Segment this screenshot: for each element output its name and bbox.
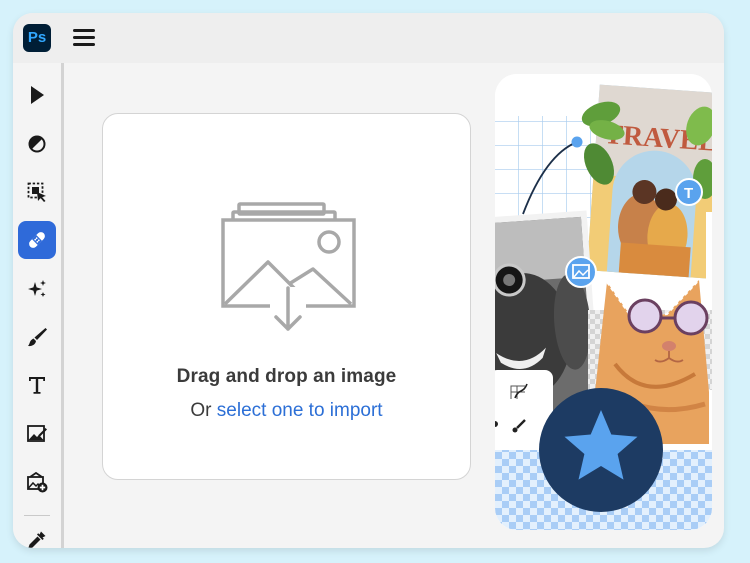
bandage-icon: [29, 232, 45, 248]
type-t-icon: [29, 377, 45, 394]
text-tool[interactable]: [18, 366, 56, 404]
select-image-link[interactable]: select one to import: [217, 400, 383, 421]
adjust-tool[interactable]: [18, 125, 56, 163]
top-bar: Ps: [13, 13, 724, 63]
eyedropper-icon: [28, 531, 46, 548]
image-drop-zone[interactable]: Drag and drop an image Or select one to …: [102, 113, 471, 480]
drop-zone-subtitle: Or select one to import: [103, 400, 470, 422]
promo-collage-panel: TRAVEL T: [495, 74, 712, 530]
image-stack-download-icon: [221, 202, 356, 331]
object-select-tool[interactable]: [18, 173, 56, 211]
pointer-arrow-icon: [31, 86, 44, 104]
brush-tool[interactable]: [18, 318, 56, 356]
tool-sidebar: [13, 63, 61, 548]
image-edit-icon: [27, 425, 47, 442]
eyedropper-tool[interactable]: [18, 521, 56, 548]
adjustment-circle-icon: [28, 135, 46, 153]
promo-collage-illustration: TRAVEL T: [495, 74, 712, 530]
image-edit-tool[interactable]: [18, 415, 56, 453]
hamburger-menu-icon[interactable]: [71, 25, 97, 51]
text-badge-label: T: [684, 185, 693, 202]
add-image-tool[interactable]: [18, 463, 56, 501]
sidebar-divider: [61, 63, 64, 548]
drop-zone-subtitle-prefix: Or: [190, 400, 212, 421]
object-selection-icon: [27, 182, 46, 202]
heal-tool[interactable]: [18, 221, 56, 259]
brush-icon: [28, 328, 47, 347]
photoshop-logo: Ps: [23, 24, 51, 52]
select-tool[interactable]: [18, 76, 56, 114]
app-window: Ps Drag and drop an image Or select one …: [13, 13, 724, 548]
generative-tool[interactable]: [18, 270, 56, 308]
drop-zone-title: Drag and drop an image: [176, 366, 397, 387]
image-add-icon: [27, 471, 48, 493]
sparkles-icon: [28, 280, 46, 297]
tool-separator: [24, 515, 50, 516]
